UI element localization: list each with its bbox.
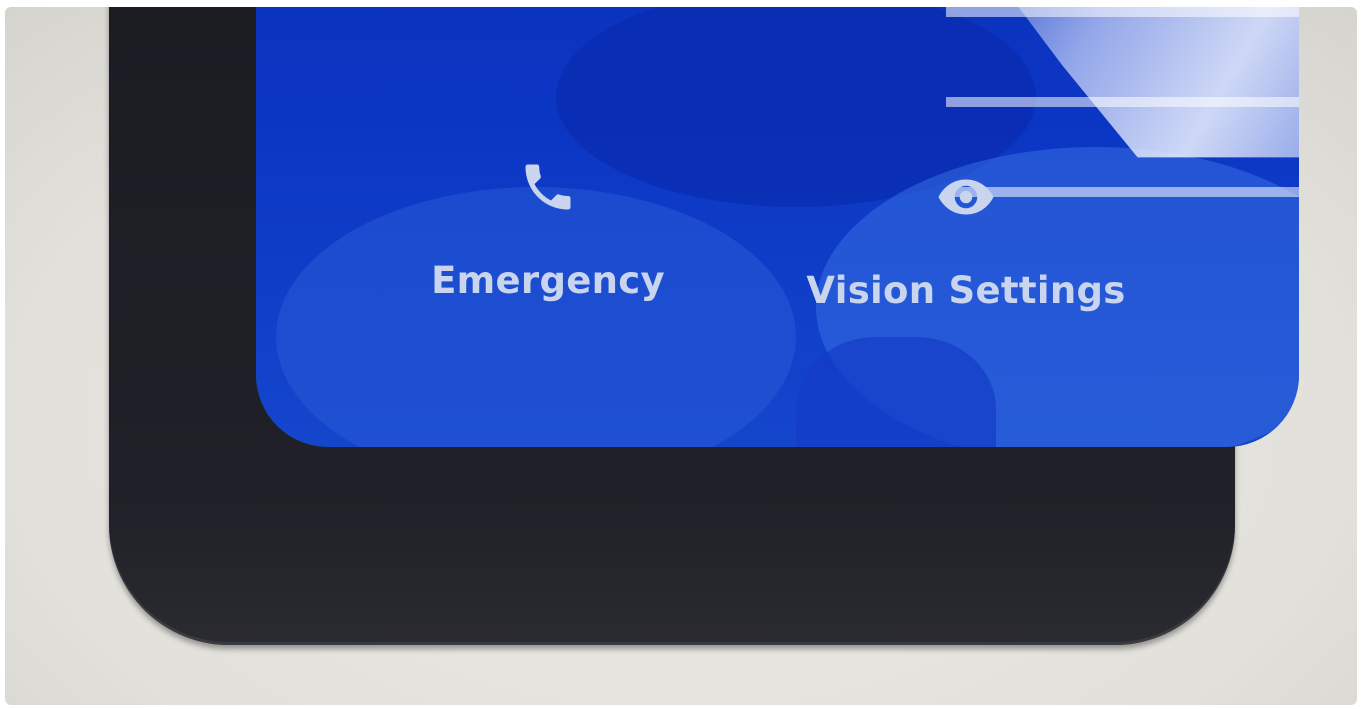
- eye-icon: [936, 167, 996, 227]
- vision-settings-label: Vision Settings: [806, 269, 1126, 312]
- vision-settings-button[interactable]: Vision Settings: [806, 167, 1125, 312]
- photo-frame: Emergency Vision Settings: [5, 7, 1357, 705]
- emergency-button[interactable]: Emergency: [428, 157, 668, 302]
- phone-icon: [518, 157, 578, 217]
- wallpaper-shape: [796, 337, 996, 447]
- screen-glare: [946, 97, 1299, 107]
- phone-bezel: Emergency Vision Settings: [109, 7, 1299, 645]
- lock-screen: Emergency Vision Settings: [256, 7, 1299, 447]
- screen-glare: [946, 7, 1299, 17]
- emergency-label: Emergency: [431, 259, 665, 302]
